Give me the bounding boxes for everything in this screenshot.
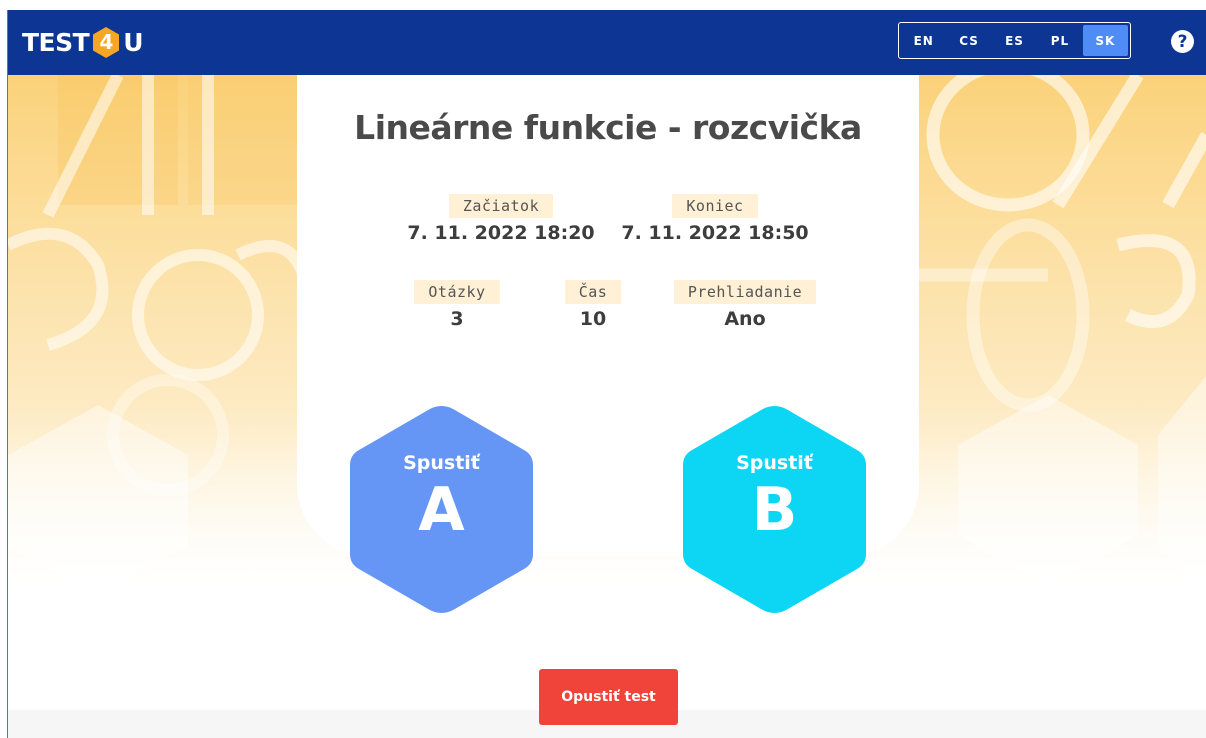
variant-a-letter: A (418, 475, 465, 545)
lang-cs[interactable]: CS (946, 25, 991, 56)
start-value: 7. 11. 2022 18:20 (407, 222, 595, 244)
variant-a-label: Spustiť (403, 452, 480, 474)
end-info: Koniec 7. 11. 2022 18:50 (615, 194, 815, 244)
start-label: Začiatok (448, 194, 554, 218)
end-label: Koniec (672, 194, 758, 218)
lang-en[interactable]: EN (901, 25, 946, 56)
top-bar: TEST 4 U EN CS ES PL SK ? (8, 10, 1206, 75)
questions-label: Otázky (414, 280, 500, 304)
review-info: Prehliadanie Ano (670, 280, 820, 330)
leave-test-button[interactable]: Opustiť test (539, 669, 678, 725)
start-variant-a-button[interactable]: Spustiť A (346, 402, 537, 617)
logo-hex-icon: 4 (91, 26, 121, 59)
time-info: Čas 10 (533, 280, 653, 330)
start-info: Začiatok 7. 11. 2022 18:20 (401, 194, 601, 244)
review-value: Ano (724, 308, 766, 330)
time-label: Čas (564, 280, 622, 304)
review-label: Prehliadanie (673, 280, 817, 304)
help-icon[interactable]: ? (1171, 30, 1194, 53)
logo-text-left: TEST (22, 27, 90, 57)
questions-value: 3 (450, 308, 464, 330)
logo-digit: 4 (99, 30, 113, 54)
time-value: 10 (579, 308, 607, 330)
start-variant-b-button[interactable]: Spustiť B (679, 402, 870, 617)
variant-b-letter: B (751, 475, 798, 545)
variant-b-label: Spustiť (736, 452, 813, 474)
questions-info: Otázky 3 (397, 280, 517, 330)
lang-es[interactable]: ES (992, 25, 1037, 56)
logo[interactable]: TEST 4 U (22, 26, 144, 59)
test-title: Lineárne funkcie - rozcvička (354, 108, 862, 147)
logo-text-right: U (123, 27, 144, 57)
language-switcher: EN CS ES PL SK (898, 22, 1131, 59)
lang-sk[interactable]: SK (1082, 25, 1129, 56)
app-frame: TEST 4 U EN CS ES PL SK ? Lineárne funkc… (7, 10, 1206, 738)
lang-pl[interactable]: PL (1037, 25, 1082, 56)
end-value: 7. 11. 2022 18:50 (621, 222, 809, 244)
